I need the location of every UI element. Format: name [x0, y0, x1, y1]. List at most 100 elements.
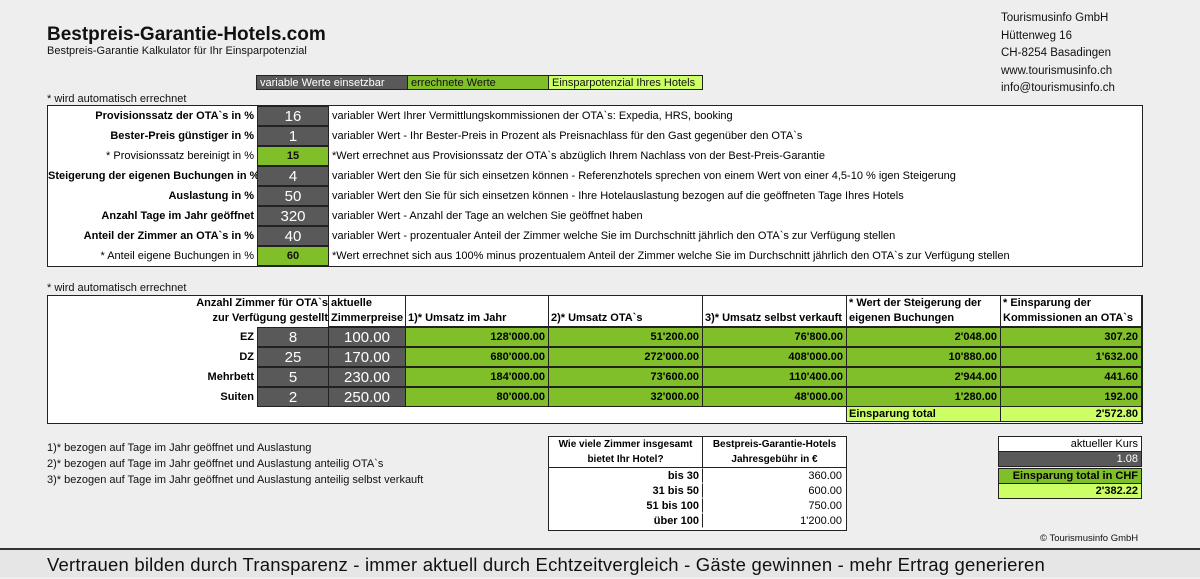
- param-value[interactable]: 40: [257, 226, 329, 246]
- fee-header-rooms-line2: bietet Ihr Hotel?: [587, 454, 664, 465]
- room-type-label: Suiten: [220, 391, 254, 403]
- param-value[interactable]: 50: [257, 186, 329, 206]
- room-type-label: DZ: [239, 351, 254, 363]
- param-description: variabler Wert - prozentualer Anteil der…: [332, 230, 896, 242]
- param-description: variabler Wert den Sie für sich einsetze…: [332, 190, 904, 202]
- room-count-input[interactable]: 8: [257, 327, 329, 347]
- param-description: variabler Wert Ihrer Vermittlungskommiss…: [332, 110, 733, 122]
- header-price-line1: aktuelle: [331, 297, 372, 309]
- fee-header-rooms-line1: Wie viele Zimmer insgesamt: [558, 439, 693, 450]
- param-label: Steigerung der eigenen Buchungen in %: [48, 170, 258, 182]
- room-umsatz-value: 680'000.00: [405, 347, 549, 367]
- fee-header-rooms: Wie viele Zimmer insgesamt bietet Ihr Ho…: [548, 436, 703, 468]
- header-rooms: Anzahl Zimmer für OTA`s zur Verfügung ge…: [140, 296, 328, 326]
- room-count-input[interactable]: 25: [257, 347, 329, 367]
- room-type-label: EZ: [239, 331, 254, 343]
- param-description: variabler Wert den Sie für sich einsetze…: [332, 170, 956, 182]
- chf-total-value: 2'382.22: [998, 483, 1142, 499]
- room-saving-value: 307.20: [1000, 327, 1142, 347]
- room-ota-value: 73'600.00: [548, 367, 703, 387]
- room-ota-value: 51'200.00: [548, 327, 703, 347]
- param-label: * Anteil eigene Buchungen in %: [100, 250, 254, 262]
- room-price-input[interactable]: 230.00: [328, 367, 406, 387]
- room-self-value: 110'400.00: [702, 367, 847, 387]
- header-increase-line1: * Wert der Steigerung der: [849, 297, 982, 309]
- header-saving: * Einsparung der Kommissionen an OTA`s: [1000, 295, 1142, 327]
- fee-header-fee-line2: Jahresgebühr in €: [731, 454, 818, 465]
- param-value[interactable]: 16: [257, 106, 329, 126]
- param-description: *Wert errechnet aus Provisionssatz der O…: [332, 150, 825, 162]
- room-umsatz-value: 80'000.00: [405, 387, 549, 407]
- footnote-3: 3)* bezogen auf Tage im Jahr geöffnet un…: [47, 474, 424, 486]
- footer-slogan: Vertrauen bilden durch Transparenz - imm…: [0, 548, 1200, 577]
- fee-header-fee-line1: Bestpreis-Garantie-Hotels: [712, 439, 837, 450]
- param-value[interactable]: 4: [257, 166, 329, 186]
- header-price: aktuelle Zimmerpreise: [328, 295, 406, 327]
- room-increase-value: 10'880.00: [846, 347, 1001, 367]
- footnote-1: 1)* bezogen auf Tage im Jahr geöffnet un…: [47, 442, 312, 454]
- legend-computed: errechnete Werte: [407, 75, 549, 90]
- legend-variable: variable Werte einsetzbar: [256, 75, 408, 90]
- header-umsatz: 1)* Umsatz im Jahr: [405, 295, 549, 327]
- header-self: 3)* Umsatz selbst verkauft: [702, 295, 847, 327]
- param-description: variabler Wert - Ihr Bester-Preis in Pro…: [332, 130, 803, 142]
- fee-amount: 750.00: [808, 500, 842, 512]
- company-city: CH-8254 Basadingen: [1001, 47, 1111, 59]
- param-label: Anzahl Tage im Jahr geöffnet: [101, 210, 254, 222]
- header-ota: 2)* Umsatz OTA`s: [548, 295, 703, 327]
- company-web[interactable]: www.tourismusinfo.ch: [1001, 63, 1115, 81]
- param-label: Provisionssatz der OTA`s in %: [95, 110, 254, 122]
- auto-note-2: * wird automatisch errechnet: [47, 282, 187, 294]
- param-value[interactable]: 320: [257, 206, 329, 226]
- header-rooms-line2: zur Verfügung gestellt: [212, 312, 328, 324]
- room-ota-value: 32'000.00: [548, 387, 703, 407]
- footnotes: 1)* bezogen auf Tage im Jahr geöffnet un…: [47, 440, 423, 488]
- room-price-input[interactable]: 170.00: [328, 347, 406, 367]
- param-label: Bester-Preis günstiger in %: [110, 130, 254, 142]
- room-umsatz-value: 184'000.00: [405, 367, 549, 387]
- total-value: 2'572.80: [1000, 406, 1142, 422]
- room-price-input[interactable]: 100.00: [328, 327, 406, 347]
- header-increase-line2: eigenen Buchungen: [849, 312, 955, 324]
- fee-header-fee: Bestpreis-Garantie-Hotels Jahresgebühr i…: [702, 436, 847, 468]
- company-street: Hüttenweg 16: [1001, 29, 1072, 42]
- param-value: 60: [257, 246, 329, 266]
- room-saving-value: 192.00: [1000, 387, 1142, 407]
- room-umsatz-value: 128'000.00: [405, 327, 549, 347]
- total-label: Einsparung total: [846, 406, 1001, 422]
- room-price-input[interactable]: 250.00: [328, 387, 406, 407]
- header-saving-line1: * Einsparung der: [1003, 297, 1092, 309]
- room-ota-value: 272'000.00: [548, 347, 703, 367]
- fee-amount: 360.00: [808, 470, 842, 482]
- fee-range: 31 bis 50: [548, 483, 703, 498]
- header-increase: * Wert der Steigerung der eigenen Buchun…: [846, 295, 1001, 327]
- exchange-rate-input[interactable]: 1.08: [998, 451, 1142, 467]
- footnote-2: 2)* bezogen auf Tage im Jahr geöffnet un…: [47, 458, 384, 470]
- header-price-line2: Zimmerpreise: [331, 312, 404, 324]
- header-rooms-line1: Anzahl Zimmer für OTA`s: [196, 297, 328, 309]
- exchange-rate-label: aktueller Kurs: [998, 436, 1142, 452]
- fee-amount: 1'200.00: [800, 515, 842, 527]
- page-title: Bestpreis-Garantie-Hotels.com: [47, 24, 326, 45]
- param-description: variabler Wert - Anzahl der Tage an welc…: [332, 210, 643, 222]
- company-email[interactable]: info@tourismusinfo.ch: [1001, 80, 1115, 98]
- auto-note-1: * wird automatisch errechnet: [47, 93, 187, 105]
- param-label: Anteil der Zimmer an OTA`s in %: [83, 230, 254, 242]
- room-self-value: 76'800.00: [702, 327, 847, 347]
- fee-amount: 600.00: [808, 485, 842, 497]
- fee-range: über 100: [548, 513, 703, 528]
- room-count-input[interactable]: 2: [257, 387, 329, 407]
- room-self-value: 408'000.00: [702, 347, 847, 367]
- param-label: * Provisionssatz bereinigt in %: [106, 150, 254, 162]
- fee-range: bis 30: [548, 468, 703, 483]
- room-saving-value: 1'632.00: [1000, 347, 1142, 367]
- room-self-value: 48'000.00: [702, 387, 847, 407]
- room-count-input[interactable]: 5: [257, 367, 329, 387]
- room-increase-value: 1'280.00: [846, 387, 1001, 407]
- param-description: *Wert errechnet sich aus 100% minus proz…: [332, 250, 1010, 262]
- legend-potential: Einsparpotenzial Ihres Hotels: [548, 75, 703, 90]
- room-type-label: Mehrbett: [207, 371, 254, 383]
- param-value[interactable]: 1: [257, 126, 329, 146]
- fee-range: 51 bis 100: [548, 498, 703, 513]
- company-info: Tourismusinfo GmbH Hüttenweg 16 CH-8254 …: [1001, 10, 1115, 98]
